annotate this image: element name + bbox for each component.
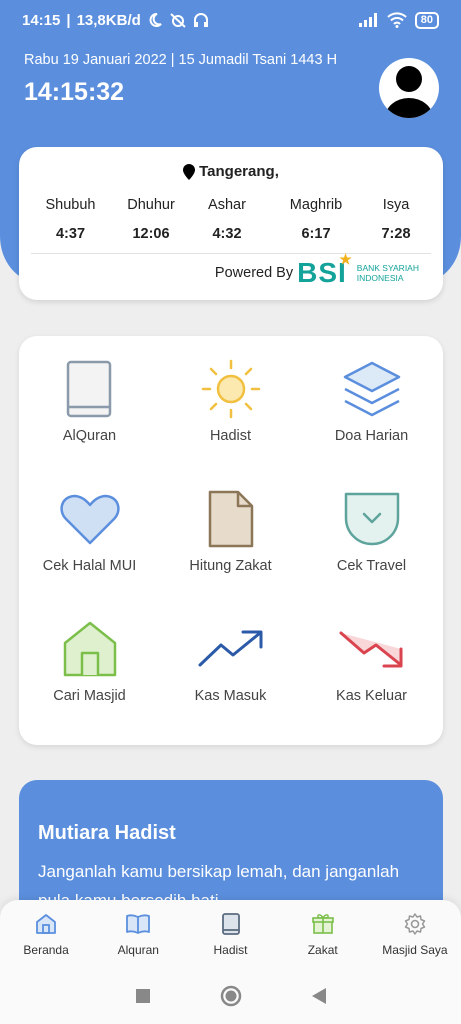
location-pin-icon <box>183 163 196 180</box>
nav-item-masjid-saya[interactable]: Masjid Saya <box>369 900 461 968</box>
back-icon[interactable] <box>311 987 327 1005</box>
status-bar: 14:15 | 13,8KB/d 80 <box>0 0 461 40</box>
menu-item-alquran[interactable]: AlQuran <box>19 356 160 444</box>
trending-down-icon <box>339 631 402 668</box>
powered-by: Powered By BSI ★ BANK SYARIAH INDONESIA <box>214 251 419 289</box>
headset-icon <box>193 13 208 27</box>
layers-icon <box>343 361 400 417</box>
prayer-time-isya: Isya 7:28 <box>381 197 411 242</box>
open-book-icon <box>126 914 151 934</box>
powered-by-text: Powered By <box>214 265 294 281</box>
home-icon <box>36 914 56 934</box>
trending-up-icon <box>198 630 262 667</box>
gear-icon <box>404 913 426 935</box>
divider <box>31 253 431 254</box>
recent-apps-icon[interactable] <box>135 988 151 1004</box>
date-line: Rabu 19 Januari 2022 | 15 Jumadil Tsani … <box>24 52 338 68</box>
status-time: 14:15 <box>22 11 61 29</box>
document-icon <box>208 490 253 548</box>
menu-item-kas-keluar[interactable]: Kas Keluar <box>301 616 442 704</box>
location-label: Tangerang, <box>199 163 279 180</box>
alarm-off-icon <box>170 13 186 28</box>
star-icon: ★ <box>339 251 353 267</box>
bsi-logo: BSI ★ <box>297 251 353 288</box>
prayer-times-row: Shubuh 4:37 Dhuhur 12:06 Ashar 4:32 Magh… <box>19 197 443 242</box>
bsi-subtitle: BANK SYARIAH INDONESIA <box>356 263 419 283</box>
nav-item-hadist[interactable]: Hadist <box>184 900 276 968</box>
hadist-title: Mutiara Hadist <box>38 822 176 844</box>
user-icon <box>385 66 433 118</box>
signal-icon <box>358 13 377 27</box>
menu-item-cari-masjid[interactable]: Cari Masjid <box>19 616 160 704</box>
menu-item-hadist[interactable]: Hadist <box>160 356 301 444</box>
prayer-time-dhuhur: Dhuhur 12:06 <box>127 197 175 242</box>
menu-item-cek-halal-mui[interactable]: Cek Halal MUI <box>19 486 160 574</box>
battery-indicator: 80 <box>414 11 439 29</box>
system-nav-bar <box>0 968 461 1024</box>
prayer-time-maghrib: Maghrib 6:17 <box>289 197 343 242</box>
moon-icon <box>149 13 162 27</box>
menu-item-kas-masuk[interactable]: Kas Masuk <box>160 616 301 704</box>
network-speed: 13,8KB/d <box>76 11 141 29</box>
wifi-icon <box>387 12 407 28</box>
home-button-icon[interactable] <box>220 985 242 1007</box>
sun-icon <box>201 359 260 419</box>
prayer-time-ashar: Ashar 4:32 <box>208 197 246 242</box>
gift-icon <box>311 914 334 934</box>
menu-item-doa-harian[interactable]: Doa Harian <box>301 356 442 444</box>
nav-item-zakat[interactable]: Zakat <box>277 900 369 968</box>
bottom-nav: Beranda Alquran Hadist Zakat Masjid Saya <box>0 900 461 968</box>
menu-item-hitung-zakat[interactable]: Hitung Zakat <box>160 486 301 574</box>
nav-item-beranda[interactable]: Beranda <box>0 900 92 968</box>
nav-item-alquran[interactable]: Alquran <box>92 900 184 968</box>
prayer-times-card: Tangerang, Shubuh 4:37 Dhuhur 12:06 Asha… <box>19 147 443 300</box>
menu-item-cek-travel[interactable]: Cek Travel <box>301 486 442 574</box>
clock: 14:15:32 <box>24 78 125 106</box>
book-icon <box>221 913 240 935</box>
book-icon <box>66 360 111 418</box>
pocket-icon <box>344 492 399 546</box>
prayer-time-shubuh: Shubuh 4:37 <box>45 197 96 242</box>
avatar[interactable] <box>379 58 439 118</box>
location[interactable]: Tangerang, <box>19 163 443 180</box>
heart-icon <box>59 494 120 545</box>
home-icon <box>63 621 116 677</box>
menu-grid: AlQuran Hadist Doa Harian Cek Halal MUI … <box>19 336 443 745</box>
